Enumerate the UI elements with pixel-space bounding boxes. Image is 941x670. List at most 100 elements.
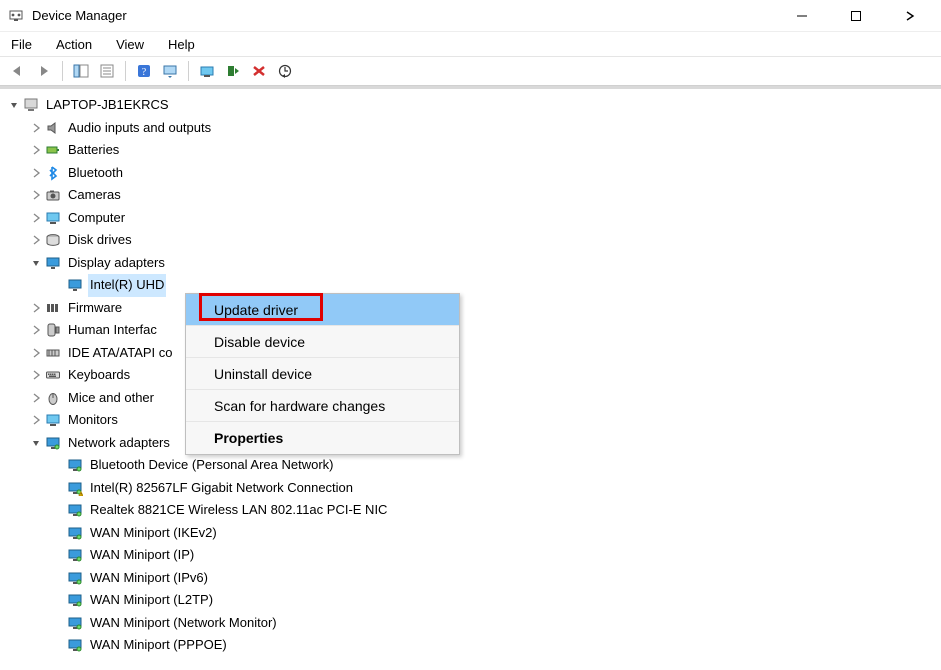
tree-device[interactable]: WAN Miniport (IP) <box>6 544 935 567</box>
tree-device-label: WAN Miniport (IKEv2) <box>88 522 219 545</box>
tree-device-label: Intel(R) UHD <box>88 274 166 297</box>
tree-category-label: Display adapters <box>66 252 167 275</box>
monitor-icon <box>44 412 62 428</box>
tree-device-label: WAN Miniport (IP) <box>88 544 196 567</box>
tree-device[interactable]: ! Intel(R) 82567LF Gigabit Network Connec… <box>6 477 935 500</box>
overflow-button[interactable] <box>887 1 933 31</box>
tree-device[interactable]: Bluetooth Device (Personal Area Network) <box>6 454 935 477</box>
tree-device[interactable]: WAN Miniport (Network Monitor) <box>6 612 935 635</box>
tree-category[interactable]: Cameras <box>6 184 935 207</box>
chevron-right-icon[interactable] <box>28 390 44 406</box>
tree-device-label: WAN Miniport (L2TP) <box>88 589 215 612</box>
tree-category-label: Firmware <box>66 297 124 320</box>
tree-category[interactable]: Audio inputs and outputs <box>6 117 935 140</box>
menu-action[interactable]: Action <box>53 35 95 54</box>
chevron-right-icon[interactable] <box>28 322 44 338</box>
context-menu-item-label: Properties <box>214 430 283 446</box>
chevron-right-icon[interactable] <box>28 367 44 383</box>
display-icon <box>44 255 62 271</box>
tree-root[interactable]: LAPTOP-JB1EKRCS <box>6 94 935 117</box>
network-icon <box>66 637 84 653</box>
tree-device[interactable]: WAN Miniport (L2TP) <box>6 589 935 612</box>
chevron-down-icon[interactable] <box>6 97 22 113</box>
tree-device-label: Bluetooth Device (Personal Area Network) <box>88 454 336 477</box>
tree-device-label: Realtek 8821CE Wireless LAN 802.11ac PCI… <box>88 499 389 522</box>
chevron-right-icon[interactable] <box>28 345 44 361</box>
svg-text:!: ! <box>80 491 81 496</box>
tree-category-label: Computer <box>66 207 127 230</box>
menu-view[interactable]: View <box>113 35 147 54</box>
action-button[interactable] <box>158 60 182 82</box>
tree-category[interactable]: Display adapters <box>6 252 935 275</box>
network-icon <box>66 502 84 518</box>
chevron-right-icon[interactable] <box>28 142 44 158</box>
tree-device[interactable]: WAN Miniport (IKEv2) <box>6 522 935 545</box>
chevron-right-icon[interactable] <box>28 232 44 248</box>
chevron-right-icon[interactable] <box>28 210 44 226</box>
enable-button[interactable] <box>221 60 245 82</box>
tree-category[interactable]: Network adapters <box>6 432 935 455</box>
menu-help[interactable]: Help <box>165 35 198 54</box>
menu-file[interactable]: File <box>8 35 35 54</box>
chevron-down-icon[interactable] <box>28 435 44 451</box>
maximize-button[interactable] <box>833 1 879 31</box>
tree-category[interactable]: IDE ATA/ATAPI co <box>6 342 935 365</box>
uninstall-button[interactable] <box>247 60 271 82</box>
tree-category-label: Audio inputs and outputs <box>66 117 213 140</box>
tree-category-label: Batteries <box>66 139 121 162</box>
mouse-icon <box>44 390 62 406</box>
chevron-right-icon[interactable] <box>28 165 44 181</box>
network-icon: ! <box>66 480 84 496</box>
tree-category[interactable]: Batteries <box>6 139 935 162</box>
ide-icon <box>44 345 62 361</box>
chevron-right-icon[interactable] <box>28 300 44 316</box>
tree-device[interactable]: Intel(R) UHD <box>6 274 935 297</box>
tree-category[interactable]: Mice and other <box>6 387 935 410</box>
help-button[interactable]: ? <box>132 60 156 82</box>
tree-device[interactable]: WAN Miniport (IPv6) <box>6 567 935 590</box>
camera-icon <box>44 187 62 203</box>
update-driver-button[interactable] <box>195 60 219 82</box>
tree-category[interactable]: Firmware <box>6 297 935 320</box>
chevron-right-icon[interactable] <box>28 412 44 428</box>
tree-device[interactable]: WAN Miniport (PPPOE) <box>6 634 935 657</box>
minimize-button[interactable] <box>779 1 825 31</box>
scan-hardware-button[interactable] <box>273 60 297 82</box>
context-menu-item-label: Scan for hardware changes <box>214 398 385 414</box>
tree-category[interactable]: Bluetooth <box>6 162 935 185</box>
tree-category-label: Bluetooth <box>66 162 125 185</box>
context-menu-properties[interactable]: Properties <box>186 422 459 454</box>
firmware-icon <box>44 300 62 316</box>
tree-device-label: WAN Miniport (PPPOE) <box>88 634 229 657</box>
disk-icon <box>44 232 62 248</box>
show-hide-tree-button[interactable] <box>69 60 93 82</box>
tree-category-label: IDE ATA/ATAPI co <box>66 342 175 365</box>
chevron-down-icon[interactable] <box>28 255 44 271</box>
tree-device-label: Intel(R) 82567LF Gigabit Network Connect… <box>88 477 355 500</box>
tree-category[interactable]: Computer <box>6 207 935 230</box>
tree-category[interactable]: Disk drives <box>6 229 935 252</box>
chevron-right-icon[interactable] <box>28 120 44 136</box>
chevron-right-icon[interactable] <box>28 187 44 203</box>
tree-category[interactable]: Keyboards <box>6 364 935 387</box>
properties-button[interactable] <box>95 60 119 82</box>
context-menu-scan-for-hardware-changes[interactable]: Scan for hardware changes <box>186 390 459 422</box>
network-icon <box>66 592 84 608</box>
context-menu-disable-device[interactable]: Disable device <box>186 326 459 358</box>
context-menu-item-label: Disable device <box>214 334 305 350</box>
tree-category[interactable]: Monitors <box>6 409 935 432</box>
context-menu-update-driver[interactable]: Update driver <box>186 294 459 326</box>
display-icon <box>66 277 84 293</box>
context-menu-uninstall-device[interactable]: Uninstall device <box>186 358 459 390</box>
bluetooth-icon <box>44 165 62 181</box>
forward-button[interactable] <box>32 60 56 82</box>
svg-text:?: ? <box>142 67 147 78</box>
back-button[interactable] <box>6 60 30 82</box>
tree-category-label: Network adapters <box>66 432 172 455</box>
tree-category[interactable]: Human Interfac <box>6 319 935 342</box>
speaker-icon <box>44 120 62 136</box>
network-icon <box>66 615 84 631</box>
network-icon <box>44 435 62 451</box>
tree-device[interactable]: Realtek 8821CE Wireless LAN 802.11ac PCI… <box>6 499 935 522</box>
tree-root-label: LAPTOP-JB1EKRCS <box>44 94 171 117</box>
